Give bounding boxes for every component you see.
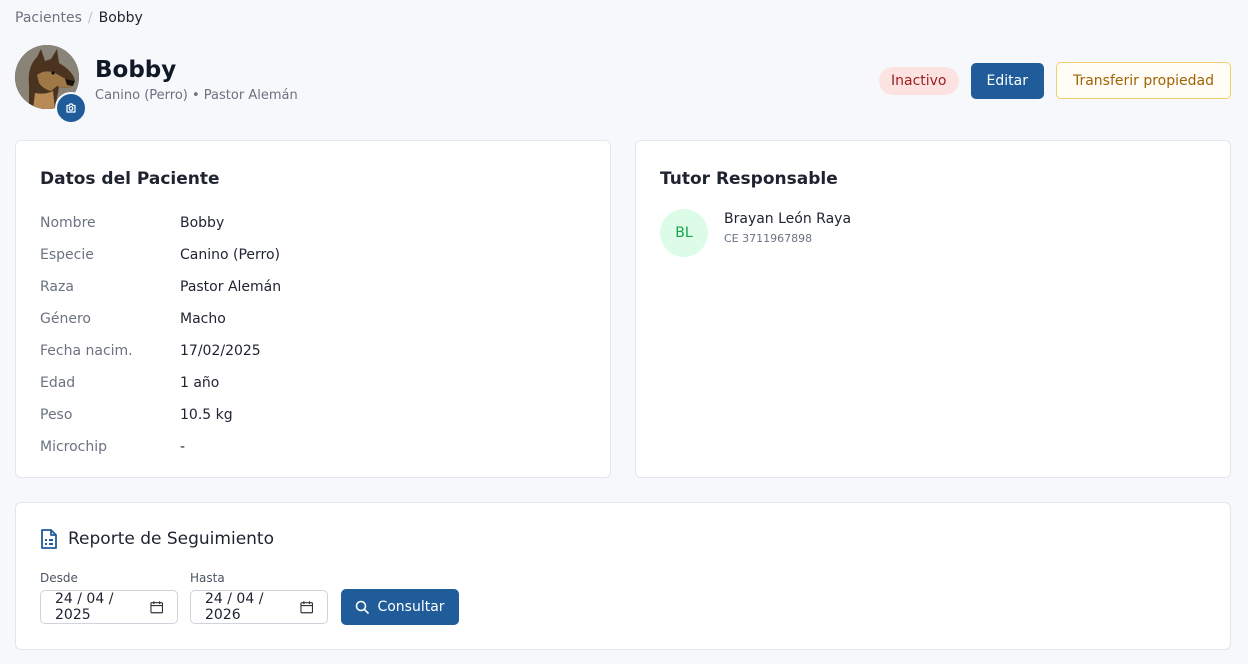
patient-title-block: Bobby Canino (Perro) • Pastor Alemán xyxy=(95,53,298,103)
breadcrumb-current: Bobby xyxy=(98,10,143,26)
patient-header: Bobby Canino (Perro) • Pastor Alemán Ina… xyxy=(15,45,1231,125)
row-label: Género xyxy=(40,311,91,327)
row-value: - xyxy=(180,439,186,455)
change-photo-button[interactable] xyxy=(55,92,87,124)
row-label: Especie xyxy=(40,247,94,263)
date-from-label: Desde xyxy=(40,571,78,585)
calendar-icon[interactable] xyxy=(299,600,313,614)
date-to-label: Hasta xyxy=(190,571,225,585)
report-title-text: Reporte de Seguimiento xyxy=(68,529,274,549)
camera-icon xyxy=(66,103,76,113)
tutor-name: Brayan León Raya xyxy=(724,211,852,227)
patient-row-peso: Peso 10.5 kg xyxy=(40,399,580,431)
row-value: Pastor Alemán xyxy=(180,279,282,295)
date-to-value: 24 / 04 / 2026 xyxy=(205,591,264,623)
patient-row-especie: Especie Canino (Perro) xyxy=(40,239,580,271)
breadcrumb-pacientes-link[interactable]: Pacientes xyxy=(15,10,82,26)
row-value: Canino (Perro) xyxy=(180,247,281,263)
patient-data-card: Datos del Paciente Nombre Bobby Especie … xyxy=(15,140,611,478)
breadcrumb-separator: / xyxy=(87,10,93,26)
patient-row-raza: Raza Pastor Alemán xyxy=(40,271,580,303)
tutor-avatar: BL xyxy=(660,209,708,257)
patient-subtitle: Canino (Perro) • Pastor Alemán xyxy=(95,88,298,103)
transfer-ownership-button[interactable]: Transferir propiedad xyxy=(1055,62,1231,99)
tutor-card-title: Tutor Responsable xyxy=(660,169,838,189)
patient-avatar-wrap xyxy=(15,45,87,125)
page-title: Bobby xyxy=(95,57,177,83)
date-from-input[interactable]: 24 / 04 / 2025 xyxy=(40,590,178,624)
patient-row-nombre: Nombre Bobby xyxy=(40,207,580,239)
row-label: Nombre xyxy=(40,215,96,231)
row-value: 17/02/2025 xyxy=(180,343,261,359)
patient-row-genero: Género Macho xyxy=(40,303,580,335)
status-badge: Inactivo xyxy=(878,66,959,95)
patient-data-list: Nombre Bobby Especie Canino (Perro) Raza… xyxy=(40,207,580,463)
tutor-card: Tutor Responsable BL Brayan León Raya CE… xyxy=(635,140,1231,478)
patient-data-title: Datos del Paciente xyxy=(40,169,220,189)
tutor-document: CE 3711967898 xyxy=(724,232,813,245)
row-label: Fecha nacim. xyxy=(40,343,133,359)
tutor-item[interactable]: BL Brayan León Raya CE 3711967898 xyxy=(660,209,851,257)
document-report-icon xyxy=(41,529,57,549)
row-value: 1 año xyxy=(180,375,220,391)
header-actions: Inactivo Editar Transferir propiedad xyxy=(878,62,1231,99)
patient-row-microchip: Microchip - xyxy=(40,431,580,463)
row-label: Peso xyxy=(40,407,73,423)
row-label: Edad xyxy=(40,375,76,391)
date-to-field: Hasta 24 / 04 / 2026 xyxy=(190,571,328,624)
search-icon xyxy=(356,600,370,614)
patient-row-fecha-nacimiento: Fecha nacim. 17/02/2025 xyxy=(40,335,580,367)
consult-button-label: Consultar xyxy=(377,599,445,615)
patient-row-edad: Edad 1 año xyxy=(40,367,580,399)
calendar-icon[interactable] xyxy=(149,600,163,614)
date-from-value: 24 / 04 / 2025 xyxy=(55,591,114,623)
row-value: Bobby xyxy=(180,215,225,231)
date-to-input[interactable]: 24 / 04 / 2026 xyxy=(190,590,328,624)
row-value: Macho xyxy=(180,311,226,327)
row-value: 10.5 kg xyxy=(180,407,233,423)
consult-button[interactable]: Consultar xyxy=(341,589,459,625)
edit-button[interactable]: Editar xyxy=(970,62,1044,99)
tutor-info: Brayan León Raya CE 3711967898 xyxy=(724,211,851,245)
row-label: Microchip xyxy=(40,439,108,455)
report-card: Reporte de Seguimiento Desde 24 / 04 / 2… xyxy=(15,502,1231,650)
row-label: Raza xyxy=(40,279,74,295)
breadcrumb: Pacientes / Bobby xyxy=(15,10,143,26)
report-title: Reporte de Seguimiento xyxy=(40,529,274,549)
date-from-field: Desde 24 / 04 / 2025 xyxy=(40,571,178,624)
